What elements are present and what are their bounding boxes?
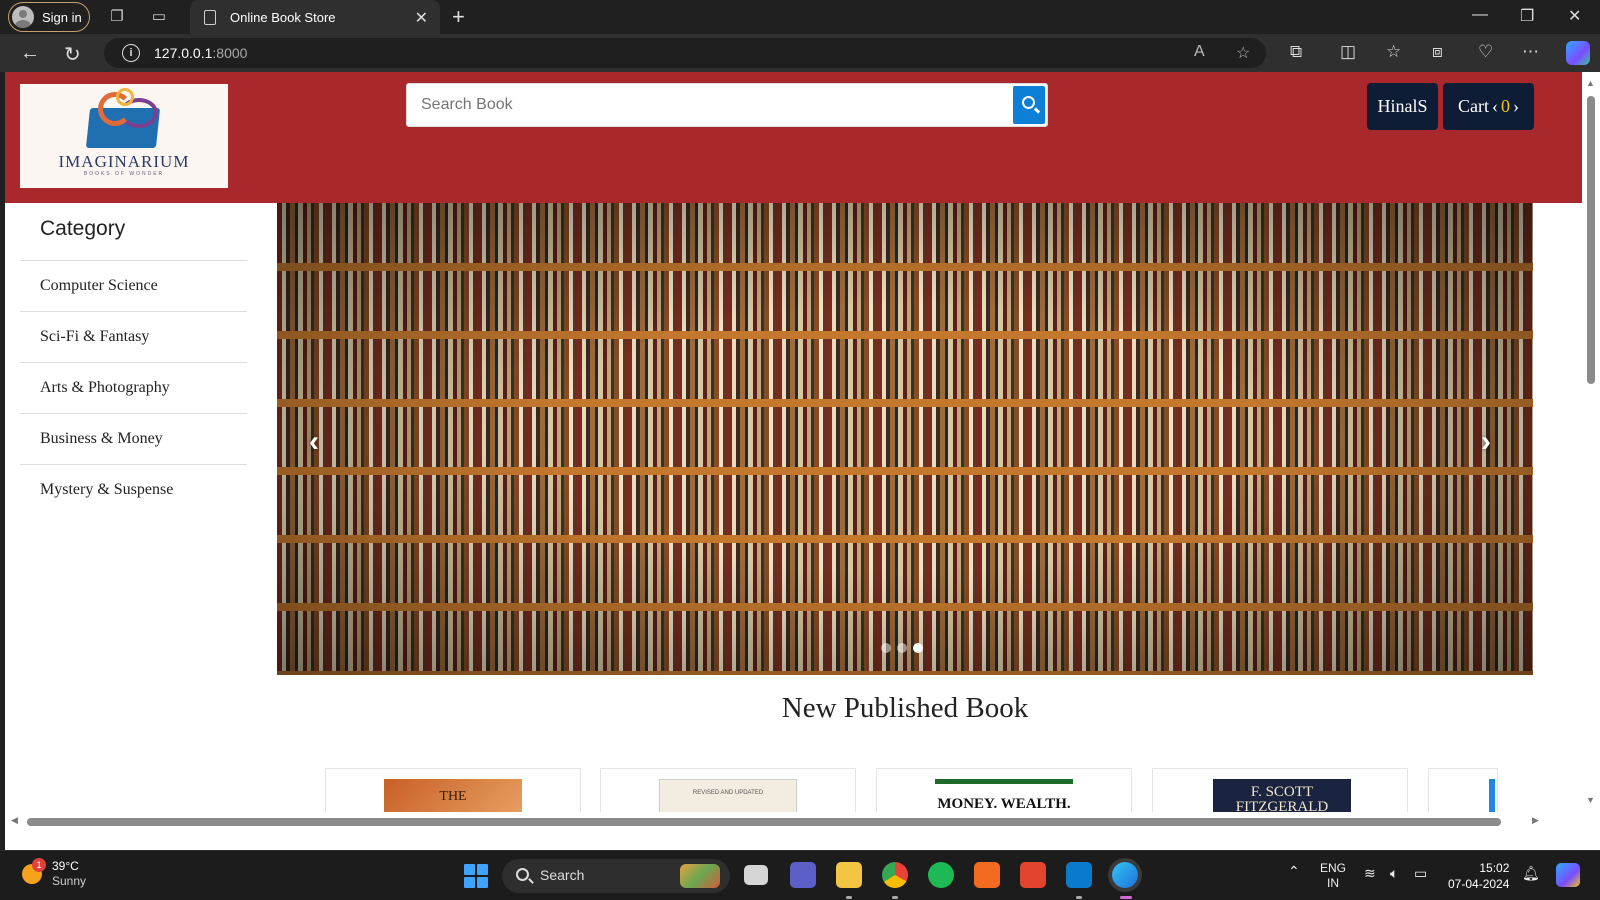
- browser-tab-active[interactable]: Online Book Store ✕: [190, 0, 440, 34]
- windows-taskbar: 1 39°C Sunny Search ⌃ ENG IN ≋ 🔈︎ ▭ 15:0…: [0, 850, 1600, 900]
- category-item-computer-science[interactable]: Computer Science: [20, 261, 247, 312]
- taskbar-search[interactable]: Search: [502, 859, 730, 893]
- search-icon: [1022, 96, 1035, 109]
- workspaces-icon[interactable]: ❐: [108, 8, 126, 26]
- vscode-icon[interactable]: [1066, 862, 1092, 888]
- start-button-windows-icon[interactable]: [464, 864, 488, 888]
- weather-widget[interactable]: 1 39°C Sunny: [22, 858, 87, 889]
- profile-avatar-icon: [12, 6, 34, 28]
- scroll-left-icon[interactable]: ◀: [11, 815, 18, 826]
- cart-label: Cart: [1458, 96, 1489, 116]
- browser-toolbar: ← ↻ i 127.0.0.1:8000 A ☆ ⧉ ◫ ☆ ⧈ ♡ ⋯: [0, 34, 1600, 72]
- url-text: 127.0.0.1:8000: [154, 45, 248, 61]
- horizontal-scrollbar[interactable]: ◀ ▶: [5, 812, 1582, 830]
- language-indicator[interactable]: ENG IN: [1320, 861, 1346, 891]
- category-item-business-money[interactable]: Business & Money: [20, 414, 247, 465]
- search-highlight-image: [680, 864, 720, 888]
- clock-date: 07-04-2024: [1448, 877, 1510, 891]
- user-account-button[interactable]: HinalS: [1367, 83, 1438, 130]
- teams-icon[interactable]: [790, 862, 816, 888]
- category-title: Category: [20, 203, 247, 261]
- favorites-icon[interactable]: ☆: [1386, 42, 1401, 62]
- chevron-left-icon: ‹: [1492, 96, 1498, 116]
- chevron-right-icon: ›: [1513, 96, 1519, 116]
- vertical-scroll-thumb[interactable]: [1587, 96, 1595, 384]
- tab-title: Online Book Store: [230, 9, 336, 25]
- cart-button[interactable]: Cart ‹ 0 ›: [1443, 83, 1534, 130]
- read-aloud-icon[interactable]: A: [1194, 43, 1205, 61]
- page-viewport: IMAGINARIUM BOOKS OF WONDER HinalS Cart …: [5, 72, 1600, 850]
- xampp-icon[interactable]: [974, 862, 1000, 888]
- copilot-icon[interactable]: [1566, 41, 1590, 65]
- search-input[interactable]: [413, 90, 1003, 120]
- refresh-icon[interactable]: ↻: [64, 42, 81, 67]
- scroll-up-icon[interactable]: ▲: [1586, 78, 1595, 88]
- address-bar[interactable]: i 127.0.0.1:8000 A ☆: [104, 38, 1266, 68]
- minimize-icon[interactable]: —: [1472, 6, 1488, 24]
- scroll-down-icon[interactable]: ▼: [1586, 795, 1595, 805]
- restore-icon[interactable]: ❐: [1520, 6, 1534, 26]
- sign-in-button[interactable]: Sign in: [8, 2, 90, 32]
- task-view-icon[interactable]: [744, 865, 768, 885]
- vertical-scrollbar[interactable]: ▲ ▼: [1582, 72, 1600, 832]
- carousel-dot-active[interactable]: [913, 643, 923, 653]
- favorite-star-icon[interactable]: ☆: [1236, 43, 1250, 63]
- back-icon[interactable]: ←: [20, 42, 40, 65]
- horizontal-scroll-thumb[interactable]: [27, 818, 1501, 826]
- carousel-indicators: [881, 643, 923, 653]
- page-icon: [204, 9, 216, 25]
- show-hidden-icons-chevron-up-icon[interactable]: ⌃: [1288, 863, 1300, 880]
- volume-icon[interactable]: 🔈︎: [1390, 865, 1398, 882]
- wifi-icon[interactable]: ≋: [1364, 865, 1376, 882]
- category-item-arts-photography[interactable]: Arts & Photography: [20, 363, 247, 414]
- more-menu-icon[interactable]: ⋯: [1522, 42, 1539, 62]
- carousel-dot[interactable]: [881, 643, 891, 653]
- new-tab-icon[interactable]: +: [452, 4, 465, 30]
- battery-icon[interactable]: ▭: [1414, 865, 1427, 882]
- extensions-icon[interactable]: ⧉: [1290, 42, 1302, 62]
- hero-carousel: ‹ ›: [277, 203, 1533, 675]
- browser-titlebar: Sign in ❐ ▭ Online Book Store ✕ + — ❐ ✕: [0, 0, 1600, 34]
- category-item-mystery-suspense[interactable]: Mystery & Suspense: [20, 465, 247, 516]
- edge-icon[interactable]: [1112, 862, 1138, 888]
- close-tab-icon[interactable]: ✕: [415, 8, 428, 28]
- scroll-right-icon[interactable]: ▶: [1532, 815, 1539, 826]
- window-close-icon[interactable]: ✕: [1568, 6, 1581, 26]
- logo-name: IMAGINARIUM: [58, 152, 190, 171]
- browser-essentials-icon[interactable]: ♡: [1478, 42, 1493, 62]
- carousel-dot[interactable]: [897, 643, 907, 653]
- cart-count: 0: [1501, 96, 1510, 116]
- file-explorer-icon[interactable]: [836, 862, 862, 888]
- split-screen-icon[interactable]: ◫: [1340, 42, 1356, 62]
- clock[interactable]: 15:02 07-04-2024: [1448, 860, 1509, 892]
- tab-actions-icon[interactable]: ▭: [150, 8, 168, 26]
- taskbar-search-label: Search: [540, 867, 585, 883]
- carousel-next-chevron-right-icon[interactable]: ›: [1481, 425, 1491, 459]
- spotify-icon[interactable]: [928, 862, 954, 888]
- weather-condition: Sunny: [52, 874, 87, 888]
- section-title: New Published Book: [781, 692, 1029, 724]
- category-item-sci-fi-fantasy[interactable]: Sci-Fi & Fantasy: [20, 312, 247, 363]
- collections-icon[interactable]: ⧈: [1432, 42, 1443, 62]
- category-sidebar: Category Computer Science Sci-Fi & Fanta…: [20, 203, 247, 516]
- notifications-bell-icon[interactable]: 🔔︎: [1522, 865, 1540, 882]
- clock-time: 15:02: [1479, 861, 1510, 875]
- carousel-prev-chevron-left-icon[interactable]: ‹: [309, 425, 319, 459]
- notification-badge: 1: [32, 858, 46, 872]
- app-icon[interactable]: [1020, 862, 1046, 888]
- site-header: IMAGINARIUM BOOKS OF WONDER HinalS Cart …: [5, 72, 1582, 203]
- book-search: [406, 83, 1048, 127]
- sign-in-label: Sign in: [42, 9, 82, 25]
- site-logo[interactable]: IMAGINARIUM BOOKS OF WONDER: [20, 84, 228, 188]
- search-button[interactable]: [1013, 86, 1045, 124]
- copilot-taskbar-icon[interactable]: [1556, 863, 1580, 887]
- weather-temp: 39°C: [52, 859, 79, 873]
- sun-icon: 1: [22, 858, 46, 884]
- chrome-icon[interactable]: [882, 862, 908, 888]
- site-info-icon[interactable]: i: [122, 44, 140, 62]
- search-icon: [516, 868, 529, 881]
- logo-tagline: BOOKS OF WONDER: [83, 171, 165, 177]
